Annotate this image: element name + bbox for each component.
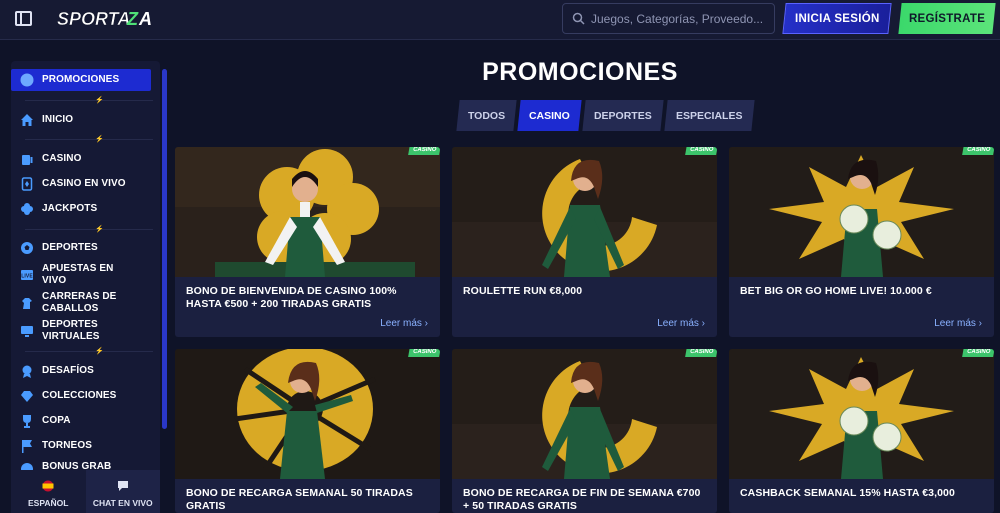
search-input[interactable] (591, 10, 771, 28)
sidebar-item-label: TORNEOS (42, 440, 92, 451)
chat-icon (117, 481, 128, 491)
sidebar-footer: ESPAÑOL CHAT EN VIVO (11, 470, 160, 513)
language-button[interactable]: ESPAÑOL (11, 470, 86, 513)
sidebar-item-label: COPA (42, 415, 71, 426)
category-badge: CASINO (407, 147, 440, 155)
tab-casino[interactable]: CASINO (517, 100, 582, 131)
category-badge: CASINO (407, 349, 440, 357)
sidebar-item-copa[interactable]: COPA (11, 412, 151, 430)
promo-image: CASINO (175, 349, 440, 479)
sidebar-item-inicio[interactable]: INICIO (11, 111, 151, 129)
promo-title: CASHBACK SEMANAL 15% HASTA €3,000 (740, 487, 955, 499)
sidebar-item-jackpots[interactable]: JACKPOTS (11, 200, 151, 218)
login-button[interactable]: INICIA SESIÓN (782, 3, 892, 34)
tab-label: CASINO (529, 109, 570, 122)
sidebar-item-casino-en-vivo[interactable]: CASINO EN VIVO (11, 175, 151, 193)
spain-flag-icon (42, 480, 54, 492)
clover-icon (21, 203, 33, 215)
tab-label: DEPORTES (594, 109, 652, 122)
promo-image: CASINO (729, 147, 994, 277)
casino-icon (22, 155, 33, 165)
category-badge: CASINO (684, 147, 717, 155)
promo-title: BONO DE RECARGA SEMANAL 50 TIRADAS GRATI… (186, 487, 413, 512)
tab-deportes[interactable]: DEPORTES (582, 100, 664, 131)
search-icon (572, 12, 585, 25)
promo-title: BONO DE RECARGA DE FIN DE SEMANA €700 + … (463, 487, 701, 512)
language-label: ESPAÑOL (28, 498, 69, 508)
trophy-icon (23, 415, 31, 428)
promo-card[interactable]: CASINO CASHBACK SEMANAL 15% HASTA €3,000 (729, 349, 994, 513)
sidebar-item-label: CARRERAS DE CABALLOS (42, 291, 117, 314)
sidebar-scrollbar[interactable] (162, 69, 167, 429)
promo-card[interactable]: CASINO BONO DE BIENVENIDA DE CASINO 100%… (175, 147, 440, 337)
top-bar: SPORTA Z A INICIA SESIÓN REGÍSTRATE (0, 0, 1000, 40)
tab-especiales[interactable]: ESPECIALES (664, 100, 754, 131)
login-label: INICIA SESIÓN (794, 12, 880, 25)
promo-tabs: TODOS CASINO DEPORTES ESPECIALES (456, 100, 754, 131)
sportaza-logo[interactable]: SPORTA Z A (57, 5, 153, 33)
sidebar-item-apuestas-en-vivo[interactable]: LIVE APUESTAS EN VIVO (11, 262, 151, 288)
promo-image: CASINO (729, 349, 994, 479)
promo-image: CASINO (452, 349, 717, 479)
horse-icon (22, 298, 32, 309)
svg-text:A: A (138, 9, 152, 29)
sidebar: PROMOCIONES ⚡ INICIO ⚡ CASINO CASINO EN … (11, 61, 167, 513)
svg-text:Z: Z (126, 9, 139, 29)
sidebar-item-label: COLECCIONES (42, 390, 117, 401)
page-title: PROMOCIONES (482, 58, 678, 86)
soccer-ball-icon (21, 242, 33, 254)
promo-title: BONO DE BIENVENIDA DE CASINO 100% HASTA … (186, 285, 397, 310)
sidebar-item-label: INICIO (42, 114, 74, 125)
tab-todos[interactable]: TODOS (456, 100, 517, 131)
sidebar-item-deportes-virtuales[interactable]: DEPORTES VIRTUALES (11, 318, 151, 344)
sidebar-item-casino[interactable]: CASINO (11, 150, 151, 168)
flag-icon (22, 440, 32, 453)
promo-card[interactable]: CASINO BONO DE RECARGA SEMANAL 50 TIRADA… (175, 349, 440, 513)
sidebar-item-label: CASINO EN VIVO (42, 178, 126, 189)
live-casino-icon (21, 177, 33, 191)
live-icon: LIVE (21, 270, 33, 280)
sidebar-item-colecciones[interactable]: COLECCIONES (11, 387, 151, 405)
gems-icon (21, 391, 33, 402)
home-icon (21, 114, 33, 126)
live-chat-button[interactable]: CHAT EN VIVO (85, 470, 160, 513)
promo-image: CASINO (452, 147, 717, 277)
sidebar-item-label: DEPORTES VIRTUALES (42, 319, 100, 342)
read-more-link[interactable]: Leer más › (657, 318, 705, 329)
search-box[interactable] (562, 3, 775, 34)
promo-title: BET BIG OR GO HOME LIVE! 10.000 € (740, 285, 932, 297)
category-badge: CASINO (684, 349, 717, 357)
sidebar-item-deportes[interactable]: DEPORTES (11, 239, 151, 257)
promo-card[interactable]: CASINO ROULETTE RUN €8,000 Leer más › (452, 147, 717, 337)
promo-title: ROULETTE RUN €8,000 (463, 285, 583, 297)
read-more-link[interactable]: Leer más › (934, 318, 982, 329)
register-button[interactable]: REGÍSTRATE (898, 3, 996, 34)
sidebar-item-label: DEPORTES (42, 242, 98, 253)
tab-label: ESPECIALES (675, 109, 743, 122)
tab-label: TODOS (468, 109, 506, 122)
sidebar-item-torneos[interactable]: TORNEOS (11, 437, 151, 455)
monitor-icon (21, 326, 33, 337)
sidebar-item-label: JACKPOTS (42, 203, 98, 214)
sidebar-toggle-icon[interactable] (15, 11, 32, 26)
chat-label: CHAT EN VIVO (92, 498, 153, 508)
promo-card[interactable]: CASINO BONO DE RECARGA DE FIN DE SEMANA … (452, 349, 717, 513)
sidebar-item-desafios[interactable]: DESAFÍOS (11, 362, 151, 380)
sidebar-item-carreras-de-caballos[interactable]: CARRERAS DE CABALLOS (11, 290, 151, 316)
category-badge: CASINO (961, 349, 994, 357)
register-label: REGÍSTRATE (908, 12, 986, 25)
promo-card[interactable]: CASINO BET BIG OR GO HOME LIVE! 10.000 €… (729, 147, 994, 337)
read-more-link[interactable]: Leer más › (380, 318, 428, 329)
sidebar-item-label: APUESTAS EN VIVO (42, 263, 114, 286)
sidebar-item-label: CASINO (42, 153, 82, 164)
promo-image: CASINO (175, 147, 440, 277)
sidebar-item-label: DESAFÍOS (42, 365, 94, 376)
svg-text:SPORTA: SPORTA (57, 9, 130, 29)
medal-icon (22, 365, 32, 378)
category-badge: CASINO (961, 147, 994, 155)
svg-text:LIVE: LIVE (21, 274, 33, 280)
